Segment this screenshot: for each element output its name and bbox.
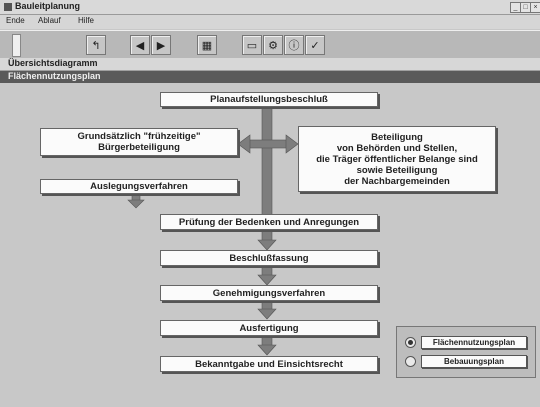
- behoerden-line-2: von Behörden und Stellen,: [336, 142, 458, 154]
- double-arrow-bar: [245, 139, 291, 149]
- buergerbeteiligung-line-1: Grundsätzlich "frühzeitige": [77, 131, 201, 142]
- step-genehmigungsverfahren[interactable]: Genehmigungsverfahren: [160, 285, 378, 301]
- step-ausfertigung[interactable]: Ausfertigung: [160, 320, 378, 336]
- document-icon[interactable]: ▭: [242, 35, 262, 55]
- plan-type-legend: Flächennutzungsplan Bebauungsplan: [396, 326, 536, 378]
- left-connector-head: [127, 199, 145, 209]
- behoerden-line-1: Beteiligung: [371, 131, 423, 143]
- trunk-lower: [261, 143, 273, 221]
- radio-flaechennutzungsplan[interactable]: [405, 337, 416, 348]
- application-window: Bauleitplanung _ □ × Ende Ablauf Hilfe ↰…: [0, 0, 540, 407]
- toolbar: ↰ ◀ ▶ ▦ ▭ ⚙ ⓘ ✓: [0, 30, 540, 60]
- section-title: Übersichtsdiagramm: [8, 58, 98, 68]
- double-arrow-left: [237, 134, 251, 154]
- app-icon: [4, 3, 12, 11]
- subsection-header: Flächennutzungsplan: [0, 71, 540, 83]
- settings-icon[interactable]: ⚙: [263, 35, 283, 55]
- menu-ende[interactable]: Ende: [6, 16, 25, 25]
- step-planaufstellungsbeschluss[interactable]: Planaufstellungsbeschluß: [160, 92, 378, 107]
- arrowhead-4: [257, 344, 277, 356]
- buergerbeteiligung-line-2: Bürgerbeteiligung: [98, 142, 180, 153]
- overview-icon[interactable]: ▦: [197, 35, 217, 55]
- title-bar: Bauleitplanung _ □ ×: [0, 0, 540, 15]
- arrowhead-2: [257, 274, 277, 286]
- close-button[interactable]: ×: [530, 2, 540, 13]
- step-behoerdenbeteiligung[interactable]: Beteiligung von Behörden und Stellen, di…: [298, 126, 496, 192]
- next-icon[interactable]: ▶: [151, 35, 171, 55]
- menu-bar: Ende Ablauf Hilfe: [0, 15, 540, 29]
- behoerden-line-4: sowie Beteiligung: [356, 164, 438, 176]
- step-bekanntgabe[interactable]: Bekanntgabe und Einsichtsrecht: [160, 356, 378, 372]
- section-header: Übersichtsdiagramm: [0, 58, 540, 71]
- legend-bebauungsplan[interactable]: Bebauungsplan: [421, 355, 527, 368]
- step-pruefung[interactable]: Prüfung der Bedenken und Anregungen: [160, 214, 378, 230]
- step-beschlussfassung[interactable]: Beschlußfassung: [160, 250, 378, 266]
- radio-bebauungsplan[interactable]: [405, 356, 416, 367]
- check-icon[interactable]: ✓: [305, 35, 325, 55]
- menu-hilfe[interactable]: Hilfe: [78, 16, 94, 25]
- behoerden-line-3: die Träger öffentlicher Belange sind: [316, 153, 478, 165]
- section-subtitle: Flächennutzungsplan: [8, 71, 101, 81]
- arrowhead-3: [257, 308, 277, 320]
- return-arrow-icon[interactable]: ↰: [86, 35, 106, 55]
- step-buergerbeteiligung[interactable]: Grundsätzlich "frühzeitige" Bürgerbeteil…: [40, 128, 238, 156]
- arrowhead-1: [257, 239, 277, 251]
- window-title: Bauleitplanung: [15, 1, 80, 11]
- info-icon[interactable]: ⓘ: [284, 35, 304, 55]
- toolbar-grip[interactable]: [12, 34, 21, 57]
- double-arrow-right: [285, 134, 299, 154]
- menu-ablauf[interactable]: Ablauf: [38, 16, 61, 25]
- behoerden-line-5: der Nachbargemeinden: [344, 175, 450, 187]
- legend-flaechennutzungsplan[interactable]: Flächennutzungsplan: [421, 336, 527, 349]
- previous-icon[interactable]: ◀: [130, 35, 150, 55]
- diagram-canvas: Planaufstellungsbeschluß Grundsätzlich "…: [0, 84, 540, 407]
- step-auslegungsverfahren[interactable]: Auslegungsverfahren: [40, 179, 238, 194]
